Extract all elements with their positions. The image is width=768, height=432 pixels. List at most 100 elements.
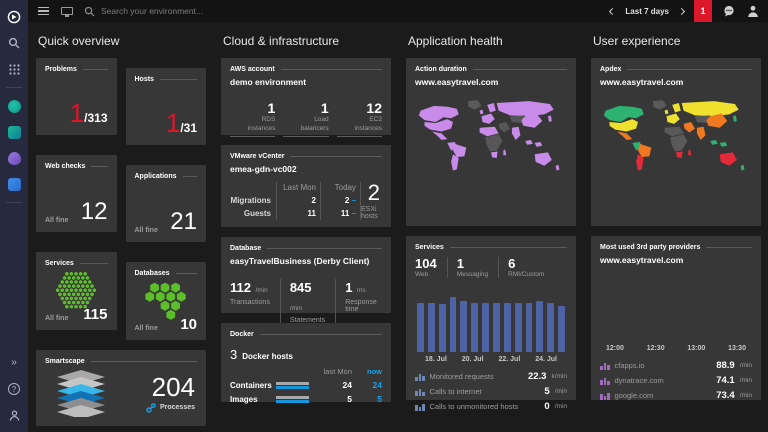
database-name: easyTravelBusiness (Derby Client): [230, 256, 370, 266]
hosts-problem-count: 1: [165, 108, 181, 138]
tile-docker[interactable]: Docker 3 Docker hosts last Mon now Contain…: [221, 323, 391, 404]
tile-title: Most used 3rd party providers: [600, 244, 701, 251]
app-url: www.easytravel.com: [600, 77, 684, 87]
app-icon-synthetic[interactable]: [6, 124, 22, 140]
images-trend-bars: [276, 395, 312, 403]
legend-row-monitored-requests: Monitored requests 22.3 k/min: [415, 371, 567, 382]
section-title-user-experience: User experience: [593, 34, 681, 48]
metric-response-time: 1 ms Response time: [335, 279, 387, 324]
tile-vmware-vcenter[interactable]: VMware vCenter emea-gdn-vc002 Last Mon To…: [221, 145, 391, 227]
search-input[interactable]: [101, 6, 321, 16]
status-text: All fine: [45, 217, 69, 224]
services-legend: Monitored requests 22.3 k/min Calls to in…: [415, 371, 567, 412]
tile-services[interactable]: Services All fine 115: [36, 252, 117, 330]
tile-aws-account[interactable]: AWS account demo environment 1 RDS instan…: [221, 58, 391, 137]
metric-load-balancers: 1 Load balancers: [283, 100, 329, 137]
third-party-stacked-bar-chart: [600, 275, 752, 341]
bar-chart-icon: [415, 403, 425, 411]
web-checks-count: 12: [80, 198, 108, 225]
metric-rmi-custom: 6 RMI/Custom: [498, 256, 554, 279]
dynatrace-logo-icon[interactable]: [6, 9, 22, 25]
docker-hosts-count: 3: [230, 347, 238, 362]
tile-hosts[interactable]: Hosts 1/31: [125, 68, 206, 145]
tile-title: Services: [415, 244, 444, 251]
vmware-table: Last Mon Today Migrations 2 2 – Guests 11 11 …: [230, 182, 360, 220]
problems-badge[interactable]: 1: [694, 0, 712, 22]
tile-applications[interactable]: Applications All fine 21: [125, 165, 206, 242]
hamburger-menu-icon[interactable]: [36, 4, 50, 18]
process-icon: [146, 402, 156, 413]
app-icon-blue[interactable]: [6, 176, 22, 192]
status-text: All fine: [45, 315, 69, 322]
monitor-icon[interactable]: [60, 4, 74, 18]
providers-legend: cfapps.io 88.9/min dynatrace.com 74.1/mi…: [600, 360, 752, 401]
timeframe-selector[interactable]: Last 7 days: [625, 7, 669, 16]
legend-row-calls-unmonitored: Calls to unmonitored hosts 0/min: [415, 401, 567, 412]
col-last-mon: last Mon: [323, 367, 352, 376]
chart-x-axis: 12:00 12:30 13:00 13:30: [606, 345, 746, 352]
search-icon: [84, 6, 95, 17]
processes-label: Processes: [159, 404, 195, 411]
tile-action-duration[interactable]: Action duration www.easytravel.com: [406, 58, 576, 226]
esxi-hosts-metric: 2 ESXi hosts: [360, 180, 380, 220]
apdex-world-map: [603, 100, 745, 171]
apps-grid-icon[interactable]: [6, 61, 22, 77]
tile-databases[interactable]: Databases All fine 10: [125, 262, 206, 340]
search-bar[interactable]: [84, 6, 600, 17]
status-text: All fine: [134, 227, 158, 234]
legend-row-google: google.com 73.4/min: [600, 390, 752, 401]
tile-title: Applications: [134, 173, 177, 180]
bar-chart-icon: [415, 373, 425, 381]
problems-total: /313: [84, 111, 108, 125]
bar-chart-icon: [600, 392, 610, 400]
chart-x-axis: 18. Jul 20. Jul 22. Jul 24. Jul: [425, 356, 557, 364]
bar-chart-icon: [600, 362, 610, 370]
metric-statements: 845 /min Statements: [279, 279, 335, 324]
tile-web-checks[interactable]: Web checks All fine 12: [36, 155, 117, 232]
timeframe-next-icon[interactable]: [677, 7, 686, 15]
tile-title: Apdex: [600, 66, 622, 73]
docker-images-row: Images 55: [230, 394, 382, 404]
tile-title: Smartscape: [45, 358, 85, 365]
app-url: www.easytravel.com: [600, 255, 684, 265]
tile-title: Web checks: [45, 163, 86, 170]
databases-count: 10: [180, 316, 197, 333]
user-icon[interactable]: [746, 4, 760, 18]
sidebar-divider: [6, 87, 22, 88]
metric-messaging: 1 Messaging: [446, 256, 498, 279]
help-icon[interactable]: ?: [6, 381, 22, 397]
sidebar: » ?: [0, 0, 28, 432]
problems-count: 1: [69, 98, 85, 128]
docker-containers-row: Containers 24 24: [230, 380, 382, 390]
column-application-health: Application health Action duration www.e…: [406, 32, 576, 432]
tile-title: Services: [45, 260, 74, 267]
app-icon-gauge[interactable]: [6, 98, 22, 114]
topbar: Last 7 days 1: [28, 0, 768, 22]
chat-icon[interactable]: [722, 4, 736, 18]
metric-rds-instances: 1 RDS instances: [230, 100, 276, 137]
services-count: 115: [83, 306, 108, 323]
tile-third-party-providers[interactable]: Most used 3rd party providers www.easytr…: [591, 236, 761, 401]
column-quick-overview: Quick overview Problems 1/313 Hosts 1/31…: [36, 32, 206, 432]
search-icon[interactable]: [6, 35, 22, 51]
timeframe-prev-icon[interactable]: [609, 7, 617, 15]
legend-row-dynatrace: dynatrace.com 74.1/min: [600, 375, 752, 386]
bar-chart-icon: [600, 377, 610, 385]
tile-database[interactable]: Database easyTravelBusiness (Derby Clien…: [221, 237, 391, 324]
expand-sidebar-icon[interactable]: »: [6, 355, 22, 371]
tile-smartscape[interactable]: Smartscape 204 Processes: [36, 350, 206, 426]
section-title-quick-overview: Quick overview: [38, 34, 120, 48]
aws-environment-name: demo environment: [230, 77, 307, 87]
app-url: www.easytravel.com: [415, 77, 499, 87]
tile-services-health[interactable]: Services 104 Web 1 Messaging 6 RMI/Custom 1…: [406, 236, 576, 412]
column-user-experience: User experience Apdex www.easytravel.com…: [591, 32, 761, 432]
action-duration-world-map: [418, 100, 560, 171]
legend-row-calls-internet: Calls to internet 5/min: [415, 386, 567, 397]
tile-apdex[interactable]: Apdex www.easytravel.com: [591, 58, 761, 226]
tile-problems[interactable]: Problems 1/313: [36, 58, 117, 135]
metric-transactions: 112 /min Transactions: [230, 280, 270, 306]
status-text: All fine: [134, 325, 158, 332]
col-now: now: [367, 367, 382, 376]
user-profile-icon[interactable]: [6, 407, 22, 423]
app-icon-purple[interactable]: [6, 150, 22, 166]
